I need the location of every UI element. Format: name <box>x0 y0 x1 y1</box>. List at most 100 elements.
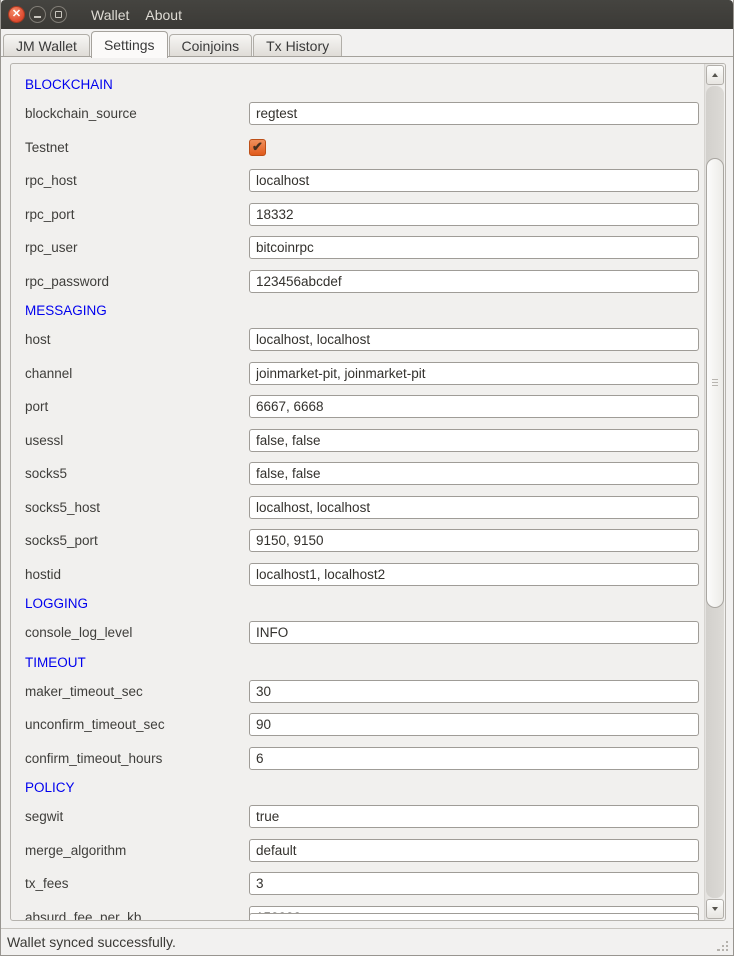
usessl-input[interactable] <box>249 429 699 452</box>
section-header-policy: POLICY <box>25 775 704 800</box>
field-row-rpc_user: rpc_user <box>25 231 704 265</box>
field-row-usessl: usessl <box>25 424 704 458</box>
channel-input[interactable] <box>249 362 699 385</box>
maximize-button[interactable] <box>50 6 67 23</box>
console_log_level-input[interactable] <box>249 621 699 644</box>
unconfirm_timeout_sec-input[interactable] <box>249 713 699 736</box>
field-label: rpc_password <box>25 274 249 289</box>
menu-wallet[interactable]: Wallet <box>83 0 137 29</box>
settings-form: BLOCKCHAIN blockchain_source Testnet✔ rpc_h… <box>11 64 704 920</box>
field-label: usessl <box>25 433 249 448</box>
socks5_host-input[interactable] <box>249 496 699 519</box>
section-header-logging: LOGGING <box>25 591 704 616</box>
field-row-rpc_password: rpc_password <box>25 265 704 299</box>
field-label: console_log_level <box>25 625 249 640</box>
tab-bar: JM Wallet Settings Coinjoins Tx History <box>1 29 733 57</box>
field-row-console_log_level: console_log_level <box>25 616 704 650</box>
field-row-rpc_host: rpc_host <box>25 164 704 198</box>
vertical-scrollbar <box>704 64 725 920</box>
host-input[interactable] <box>249 328 699 351</box>
field-row-confirm_timeout_hours: confirm_timeout_hours <box>25 742 704 776</box>
checkmark-icon: ✔ <box>252 140 263 153</box>
scrollbar-thumb[interactable] <box>706 158 724 608</box>
blockchain_source-input[interactable] <box>249 102 699 125</box>
field-row-socks5_host: socks5_host <box>25 491 704 525</box>
section-header-blockchain: BLOCKCHAIN <box>25 72 704 97</box>
field-label: socks5 <box>25 466 249 481</box>
field-row-tx_fees: tx_fees <box>25 867 704 901</box>
socks5_port-input[interactable] <box>249 529 699 552</box>
field-row-socks5: socks5 <box>25 457 704 491</box>
tab-coinjoins[interactable]: Coinjoins <box>169 34 253 57</box>
tab-tx-history[interactable]: Tx History <box>253 34 342 57</box>
section-header-timeout: TIMEOUT <box>25 650 704 675</box>
scroll-up-button[interactable] <box>706 65 724 85</box>
field-row-socks5_port: socks5_port <box>25 524 704 558</box>
settings-scroll-area: BLOCKCHAIN blockchain_source Testnet✔ rpc_h… <box>10 63 726 921</box>
maker_timeout_sec-input[interactable] <box>249 680 699 703</box>
menubar: Wallet About <box>83 0 190 29</box>
merge_algorithm-input[interactable] <box>249 839 699 862</box>
field-row-hostid: hostid <box>25 558 704 592</box>
port-input[interactable] <box>249 395 699 418</box>
status-message: Wallet synced successfully. <box>1 934 176 950</box>
minimize-button[interactable] <box>29 6 46 23</box>
close-icon: ✕ <box>12 9 21 20</box>
section-header-messaging: MESSAGING <box>25 298 704 323</box>
tx_fees-input[interactable] <box>249 872 699 895</box>
tab-settings[interactable]: Settings <box>91 31 168 58</box>
rpc_password-input[interactable] <box>249 270 699 293</box>
testnet-checkbox[interactable]: ✔ <box>249 139 266 156</box>
field-row-maker_timeout_sec: maker_timeout_sec <box>25 675 704 709</box>
field-row-merge_algorithm: merge_algorithm <box>25 834 704 868</box>
settings-pane: BLOCKCHAIN blockchain_source Testnet✔ rpc_h… <box>1 57 733 928</box>
field-label: socks5_host <box>25 500 249 515</box>
field-row-unconfirm_timeout_sec: unconfirm_timeout_sec <box>25 708 704 742</box>
field-row-port: port <box>25 390 704 424</box>
menu-about[interactable]: About <box>137 0 190 29</box>
field-row-host: host <box>25 323 704 357</box>
field-label: rpc_host <box>25 173 249 188</box>
rpc_host-input[interactable] <box>249 169 699 192</box>
scrollbar-track[interactable] <box>706 86 724 898</box>
next-field-partial-input[interactable] <box>249 913 699 920</box>
field-label: hostid <box>25 567 249 582</box>
minimize-icon <box>34 16 41 18</box>
field-row-channel: channel <box>25 357 704 391</box>
field-label: rpc_user <box>25 240 249 255</box>
segwit-input[interactable] <box>249 805 699 828</box>
tab-jm-wallet[interactable]: JM Wallet <box>3 34 90 57</box>
field-label: maker_timeout_sec <box>25 684 249 699</box>
field-label: host <box>25 332 249 347</box>
field-row-rpc_port: rpc_port <box>25 198 704 232</box>
field-row-blockchain_source: blockchain_source <box>25 97 704 131</box>
field-label: Testnet <box>25 140 249 155</box>
field-label: absurd_fee_per_kb <box>25 910 249 920</box>
field-row-segwit: segwit <box>25 800 704 834</box>
field-label: merge_algorithm <box>25 843 249 858</box>
hostid-input[interactable] <box>249 563 699 586</box>
resize-grip[interactable] <box>717 939 729 951</box>
close-button[interactable]: ✕ <box>8 6 25 23</box>
arrow-down-icon <box>712 907 718 911</box>
status-bar: Wallet synced successfully. <box>1 928 733 955</box>
field-label: tx_fees <box>25 876 249 891</box>
maximize-icon <box>55 11 62 18</box>
confirm_timeout_hours-input[interactable] <box>249 747 699 770</box>
field-label: channel <box>25 366 249 381</box>
field-label: rpc_port <box>25 207 249 222</box>
socks5-input[interactable] <box>249 462 699 485</box>
field-label: confirm_timeout_hours <box>25 751 249 766</box>
field-label: segwit <box>25 809 249 824</box>
field-row-testnet: Testnet✔ <box>25 131 704 165</box>
arrow-up-icon <box>712 73 718 77</box>
field-label: blockchain_source <box>25 106 249 121</box>
titlebar: ✕ Wallet About <box>1 0 733 29</box>
scroll-down-button[interactable] <box>706 899 724 919</box>
app-window: ✕ Wallet About JM Wallet Settings Coinjo… <box>0 0 734 956</box>
rpc_user-input[interactable] <box>249 236 699 259</box>
rpc_port-input[interactable] <box>249 203 699 226</box>
field-label: port <box>25 399 249 414</box>
field-label: socks5_port <box>25 533 249 548</box>
field-label: unconfirm_timeout_sec <box>25 717 249 732</box>
